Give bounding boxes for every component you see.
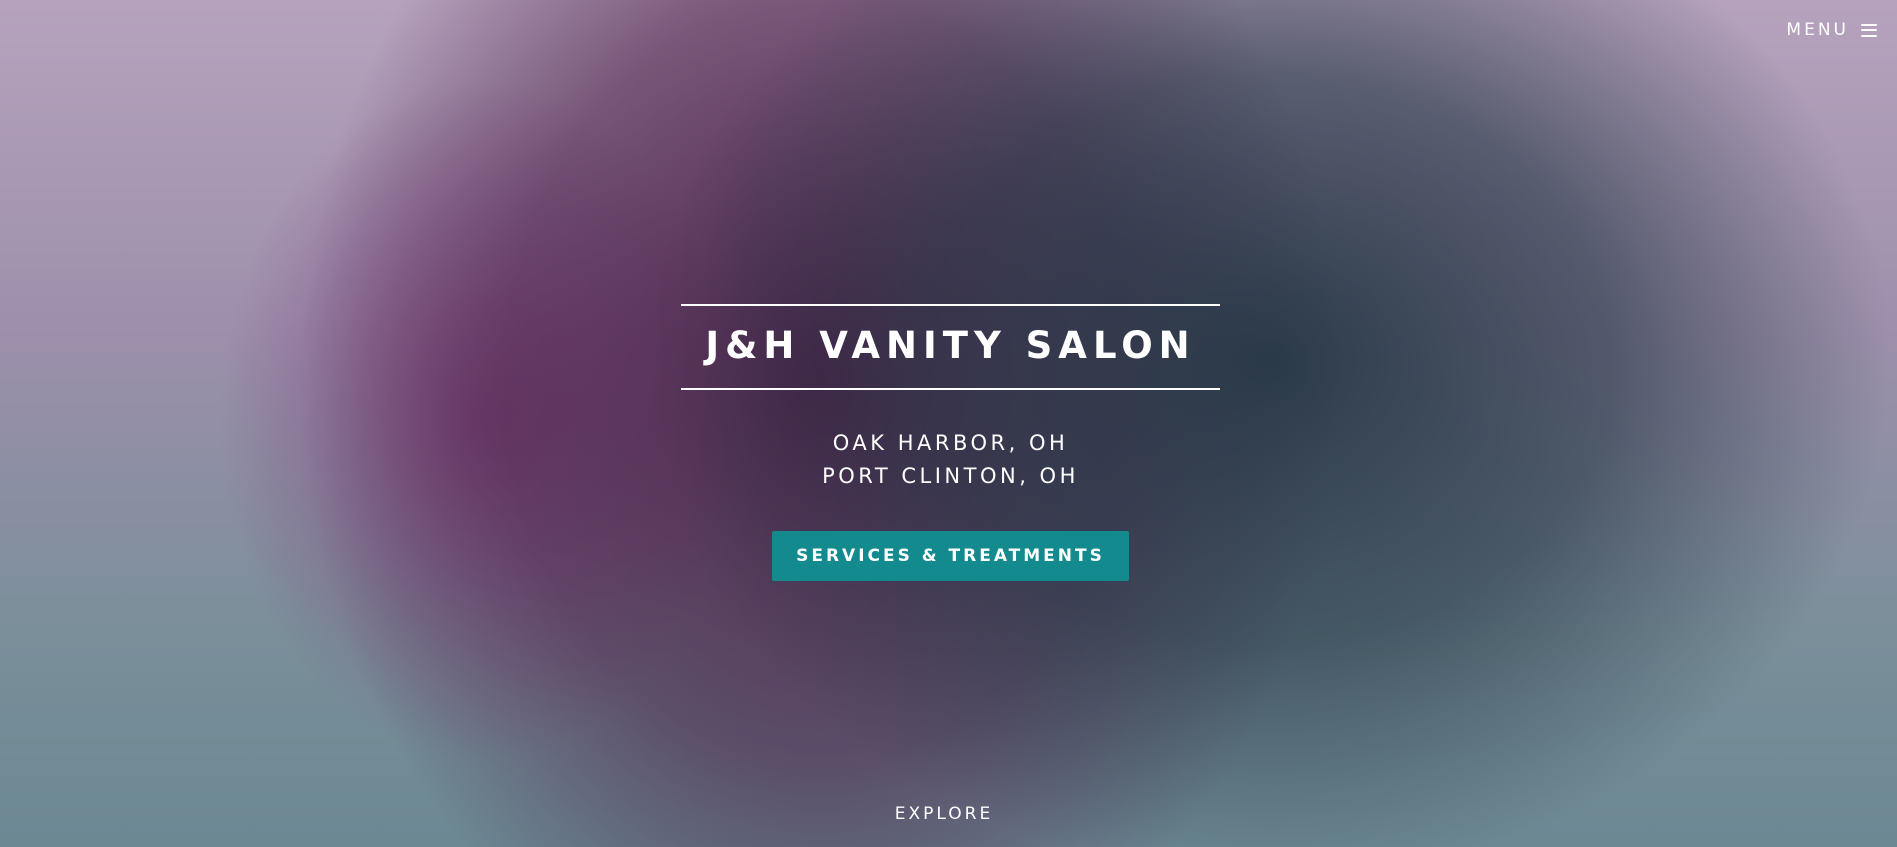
hero-section: MENU J&H VANITY SALON OAK HARBOR, OH POR…: [0, 0, 1897, 847]
location-oak-harbor: OAK HARBOR, OH: [832, 431, 1069, 455]
title-block: J&H VANITY SALON: [681, 304, 1220, 390]
site-title: J&H VANITY SALON: [705, 324, 1196, 367]
explore-link[interactable]: EXPLORE: [844, 804, 1044, 824]
menu-label: MENU: [1786, 20, 1849, 40]
hamburger-icon: [1861, 23, 1877, 37]
menu-toggle[interactable]: MENU: [1786, 20, 1877, 40]
location-port-clinton: PORT CLINTON, OH: [822, 464, 1079, 488]
title-bottom-rule: [681, 388, 1220, 390]
services-treatments-button[interactable]: SERVICES & TREATMENTS: [772, 531, 1129, 581]
locations: OAK HARBOR, OH PORT CLINTON, OH: [681, 427, 1220, 493]
